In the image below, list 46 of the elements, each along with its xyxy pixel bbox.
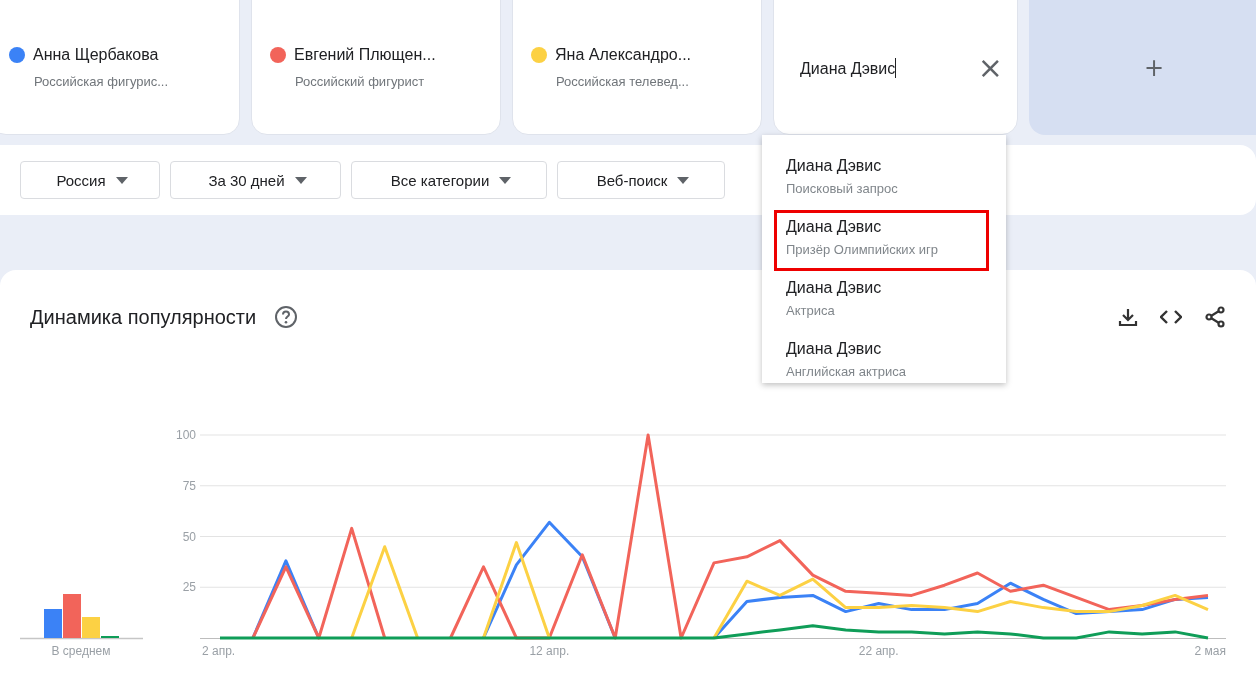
filter-dropdown[interactable]: Россия bbox=[20, 161, 160, 199]
caret-icon bbox=[294, 176, 307, 184]
filter-dropdown[interactable]: Все категории bbox=[351, 161, 547, 199]
share-icon[interactable] bbox=[1204, 306, 1226, 328]
term-card[interactable]: Евгений Плющен... Российский фигурист bbox=[251, 0, 501, 135]
axis-label: 22 апр. bbox=[858, 644, 899, 658]
section-title: Динамика популярности bbox=[30, 305, 257, 329]
caret-icon bbox=[677, 176, 690, 184]
caret-icon bbox=[499, 176, 512, 184]
suggestion-item[interactable]: Диана Дэвис Поисковый запрос bbox=[774, 149, 989, 210]
axis-label: 100 bbox=[175, 428, 196, 442]
suggestion-title: Диана Дэвис bbox=[786, 157, 883, 175]
average-label: В среднем bbox=[51, 644, 111, 658]
term-name: Анна Щербакова bbox=[33, 46, 159, 64]
search-field[interactable]: Диана Дэвис bbox=[800, 57, 897, 78]
clear-button[interactable]: × bbox=[973, 52, 1007, 83]
suggestion-title: Диана Дэвис bbox=[786, 279, 883, 297]
add-term-button[interactable]: + bbox=[1029, 0, 1256, 135]
embed-icon[interactable] bbox=[1160, 309, 1182, 325]
axis-label: 75 bbox=[182, 478, 196, 493]
suggestion-description: Актриса bbox=[786, 303, 836, 318]
axis-label: 2 мая bbox=[1194, 644, 1226, 658]
axis-label: 2 апр. bbox=[202, 644, 236, 658]
suggestion-item[interactable]: Диана Дэвис Актриса bbox=[774, 271, 989, 332]
suggestion-description: Поисковый запрос bbox=[786, 181, 899, 196]
caret-icon bbox=[115, 176, 128, 184]
term-description: Российский фигурист bbox=[295, 74, 426, 89]
suggestion-description: Призёр Олимпийских игр bbox=[786, 242, 939, 257]
term-card[interactable]: Анна Щербакова Российская фигурис... bbox=[0, 0, 240, 135]
help-icon[interactable] bbox=[274, 305, 299, 329]
filter-dropdown[interactable]: Веб-поиск bbox=[557, 161, 725, 199]
term-description: Российская телевед... bbox=[556, 74, 690, 89]
suggestion-title: Диана Дэвис bbox=[786, 218, 883, 236]
filter-dropdown[interactable]: За 30 дней bbox=[170, 161, 341, 199]
term-description: Российская фигурис... bbox=[34, 74, 170, 89]
suggestion-item[interactable]: Диана Дэвис Английская актриса bbox=[774, 332, 989, 383]
download-icon[interactable] bbox=[1118, 307, 1138, 327]
suggestion-title: Диана Дэвис bbox=[786, 340, 883, 358]
suggestion-item[interactable]: Диана Дэвис Призёр Олимпийских игр bbox=[774, 210, 989, 271]
axis-label: 25 bbox=[182, 580, 196, 595]
term-card[interactable]: Яна Александро... Российская телевед... bbox=[512, 0, 762, 135]
term-name: Евгений Плющен... bbox=[294, 46, 436, 64]
axis-label: 12 апр. bbox=[529, 644, 570, 658]
suggestion-description: Английская актриса bbox=[786, 364, 907, 379]
term-name: Яна Александро... bbox=[555, 46, 692, 64]
axis-label: 50 bbox=[182, 529, 196, 544]
